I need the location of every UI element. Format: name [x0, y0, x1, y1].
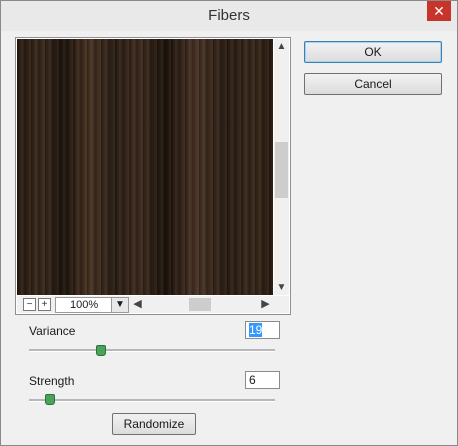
zoom-level-value: 100% [70, 299, 99, 311]
vertical-scroll-thumb[interactable] [275, 142, 288, 198]
strength-slider-thumb[interactable] [45, 394, 55, 405]
chevron-down-icon[interactable]: ▼ [111, 298, 128, 312]
variance-label: Variance [29, 324, 76, 338]
horizontal-scroll-thumb[interactable] [189, 298, 211, 311]
preview-vertical-scrollbar[interactable]: ▲ ▼ [274, 39, 289, 295]
variance-slider-track[interactable] [29, 349, 275, 352]
variance-slider-thumb[interactable] [96, 345, 106, 356]
strength-value: 6 [249, 373, 256, 387]
ok-button[interactable]: OK [304, 41, 442, 63]
strength-slider-track[interactable] [29, 399, 275, 402]
preview-panel: ▲ ▼ − + 100% ▼ ◀ ▶ [15, 37, 291, 315]
variance-value: 19 [249, 323, 263, 337]
strength-input[interactable]: 6 [245, 371, 280, 389]
scroll-down-icon[interactable]: ▼ [274, 280, 289, 295]
scroll-left-icon[interactable]: ◀ [130, 296, 145, 313]
preview-horizontal-scrollbar[interactable]: ◀ ▶ [130, 296, 273, 313]
preview-controls: − + 100% ▼ ◀ ▶ [17, 296, 289, 313]
zoom-out-button[interactable]: − [23, 298, 36, 311]
fibers-dialog: Fibers ✕ ▲ ▼ − + 100% ▼ ◀ ▶ OK Cancel Va… [0, 0, 458, 446]
preview-image[interactable] [17, 39, 273, 295]
zoom-level-select[interactable]: 100% ▼ [55, 297, 129, 313]
variance-input[interactable]: 19 [245, 321, 280, 339]
randomize-button[interactable]: Randomize [112, 413, 196, 435]
close-button[interactable]: ✕ [427, 1, 451, 21]
zoom-in-button[interactable]: + [38, 298, 51, 311]
scroll-right-icon[interactable]: ▶ [258, 296, 273, 313]
strength-label: Strength [29, 374, 75, 388]
scroll-up-icon[interactable]: ▲ [274, 39, 289, 54]
dialog-title: Fibers [208, 7, 250, 24]
cancel-button[interactable]: Cancel [304, 73, 442, 95]
title-bar[interactable]: Fibers ✕ [1, 1, 457, 31]
